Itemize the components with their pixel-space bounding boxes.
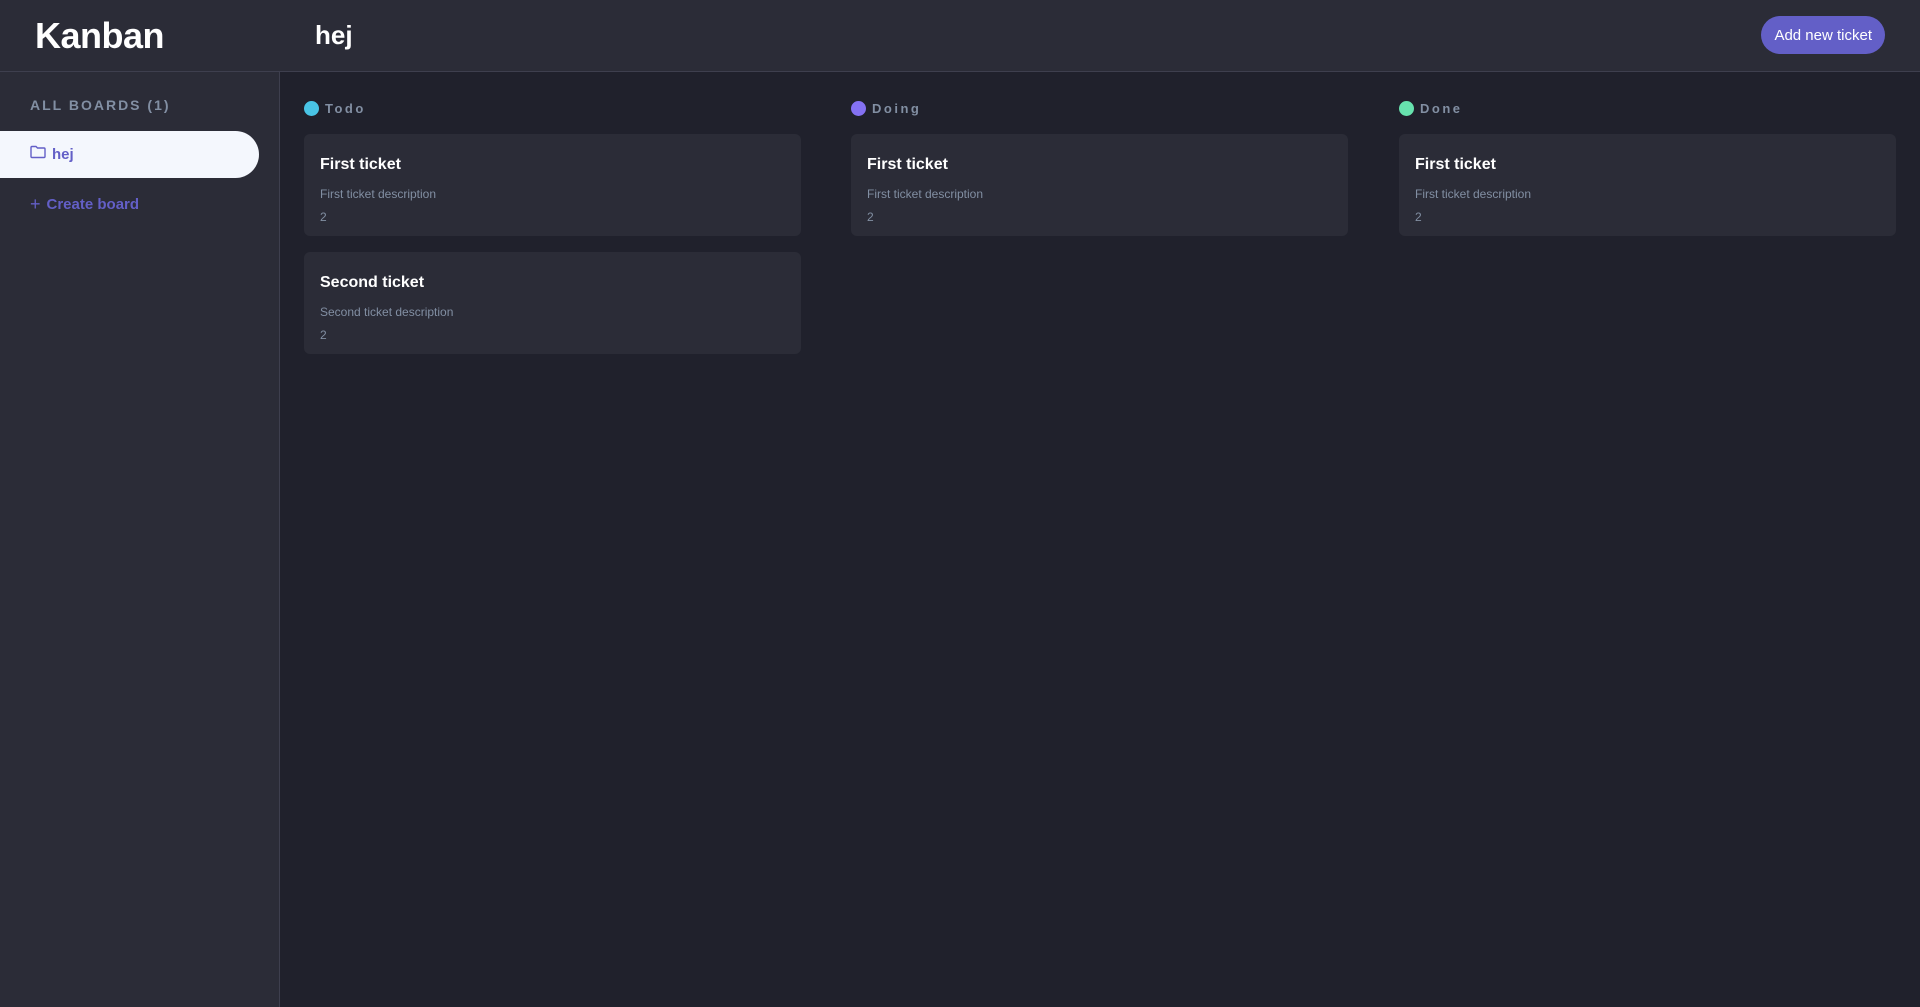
column-header: Todo [304, 72, 801, 134]
ticket-title: First ticket [320, 156, 401, 173]
plus-icon: + [30, 194, 41, 214]
ticket-count: 2 [867, 210, 874, 224]
all-boards-heading: ALL BOARDS (1) [30, 97, 171, 113]
sidebar: ALL BOARDS (1) hej + Create board [0, 72, 280, 1007]
column-doing: Doing First ticket First ticket descript… [851, 72, 1348, 252]
status-dot [851, 100, 866, 116]
add-new-ticket-button[interactable]: Add new ticket [1761, 16, 1885, 54]
create-board-button[interactable]: + Create board [30, 194, 279, 215]
ticket-card[interactable]: First ticket First ticket description 2 [304, 134, 801, 236]
ticket-description: First ticket description [867, 187, 984, 201]
ticket-count: 2 [1415, 210, 1422, 224]
ticket-card[interactable]: First ticket First ticket description 2 [1399, 134, 1896, 236]
ticket-count: 2 [320, 210, 327, 224]
ticket-title: First ticket [1415, 156, 1496, 173]
ticket-description: First ticket description [1415, 187, 1532, 201]
app: Kanban hej Add new ticket ALL BOARDS (1)… [0, 0, 1920, 1007]
app-logo: Kanban [35, 14, 165, 56]
board-area: Todo First ticket First ticket descripti… [304, 72, 1896, 1007]
board-title: hej [315, 20, 353, 50]
ticket-count: 2 [320, 328, 327, 342]
column-name: Doing [872, 100, 922, 116]
column-done: Done First ticket First ticket descripti… [1399, 72, 1896, 252]
column-header: Doing [851, 72, 1348, 134]
ticket-description: First ticket description [320, 187, 437, 201]
sidebar-item-hej[interactable]: hej [0, 131, 259, 178]
column-todo: Todo First ticket First ticket descripti… [304, 72, 801, 370]
sidebar-item-label: hej [52, 146, 74, 163]
status-dot [1399, 100, 1414, 116]
ticket-card[interactable]: First ticket First ticket description 2 [851, 134, 1348, 236]
ticket-title: First ticket [867, 156, 948, 173]
status-dot [304, 100, 319, 116]
ticket-title: Second ticket [320, 274, 425, 291]
folder-icon [30, 145, 46, 164]
ticket-card[interactable]: Second ticket Second ticket description … [304, 252, 801, 354]
column-name: Todo [325, 100, 366, 116]
column-header: Done [1399, 72, 1896, 134]
column-name: Done [1420, 100, 1463, 116]
ticket-description: Second ticket description [320, 305, 454, 319]
top-bar: Kanban hej Add new ticket [0, 0, 1920, 72]
create-board-label: Create board [46, 196, 140, 213]
